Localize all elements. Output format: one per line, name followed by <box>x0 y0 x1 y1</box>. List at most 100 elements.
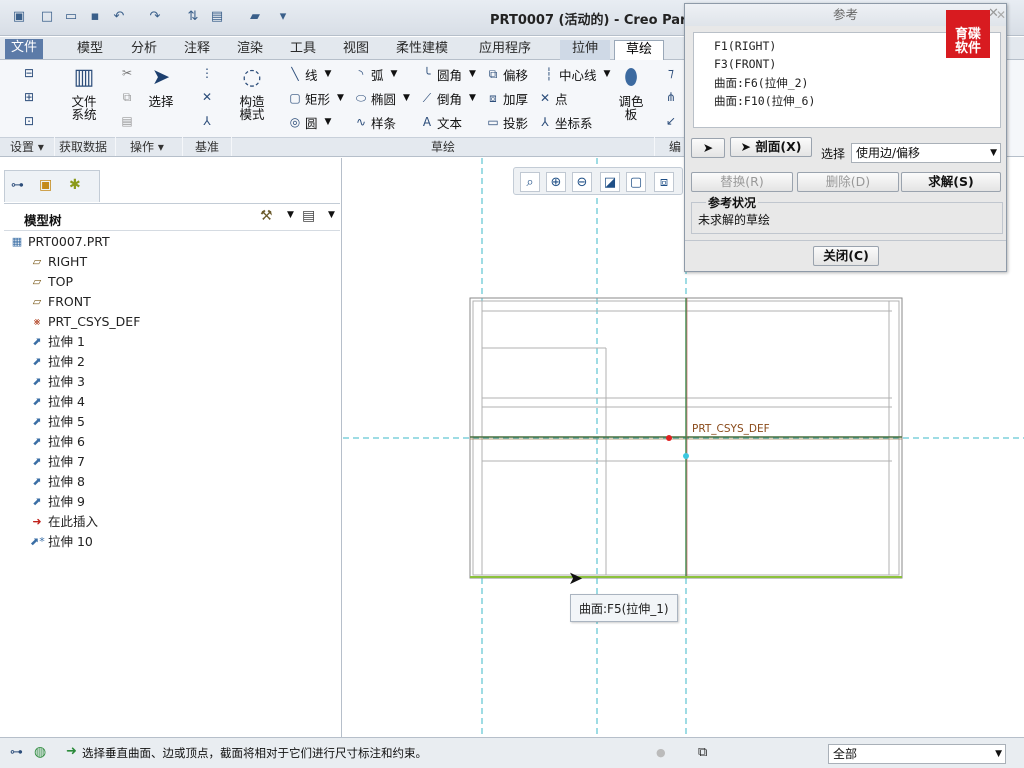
tab-sketch[interactable]: 草绘 <box>614 40 664 60</box>
select-button[interactable]: ➤ 选择 <box>144 64 178 108</box>
fillet-button[interactable]: ╰ 圆角 ▼ <box>420 64 476 84</box>
select-filter-dropdown[interactable]: 使用边/偏移 ▼ <box>851 143 1001 163</box>
redo-icon[interactable]: ↷ <box>146 8 164 26</box>
select-reference-button[interactable]: ➤ <box>691 138 725 158</box>
refit-icon[interactable]: ⌕ <box>520 172 540 192</box>
reference-item[interactable]: 曲面:F6(拉伸_2) <box>714 75 808 91</box>
reference-item[interactable]: 曲面:F10(拉伸_6) <box>714 93 815 109</box>
tree-item-extrude-3[interactable]: ⬈ 拉伸 3 <box>30 372 85 392</box>
close-button[interactable]: 关闭(C) <box>813 246 879 266</box>
regenerate-icon[interactable]: ⇅ <box>184 8 202 26</box>
tab-extrude[interactable]: 拉伸 <box>560 40 610 60</box>
sketch-setup-icon[interactable]: ⊟ <box>22 66 36 80</box>
model-tree-toggle-icon[interactable]: ⊶ <box>10 745 23 760</box>
tab-flexible-modeling[interactable]: 柔性建模 <box>392 40 452 60</box>
browser-toggle-icon[interactable]: ◍ <box>34 744 46 760</box>
display-style-icon[interactable]: ▢ <box>626 172 646 192</box>
sketch-display-icon[interactable]: ⧈ <box>654 172 674 192</box>
tree-item-extrude-1[interactable]: ⬈ 拉伸 1 <box>30 332 85 352</box>
delete-button[interactable]: 删除(D) <box>797 172 899 192</box>
line-button[interactable]: ╲ 线 ▼ <box>288 64 331 84</box>
chamfer-button[interactable]: ⟋ 倒角 ▼ <box>420 88 476 108</box>
open-file-icon[interactable]: ▭ <box>62 8 80 26</box>
modify-icon[interactable]: ⁊ <box>664 66 678 80</box>
datum-point-icon[interactable]: ✕ <box>200 90 214 104</box>
offset-button[interactable]: ⧉ 偏移 <box>486 64 528 84</box>
spline-button[interactable]: ∿ 样条 <box>354 112 396 132</box>
tab-applications[interactable]: 应用程序 <box>475 40 535 60</box>
coordsys-button[interactable]: ⅄ 坐标系 <box>538 112 592 132</box>
tree-item-top[interactable]: ▱ TOP <box>30 272 73 292</box>
folder-icon[interactable]: ▰ <box>246 8 264 26</box>
group-operations[interactable]: 操作 ▾ <box>116 137 182 156</box>
palette-button[interactable]: ⬮ 调色 板 <box>612 64 650 121</box>
model-tree-tab-icon[interactable]: ⊶ <box>11 178 24 193</box>
tab-file[interactable]: 文件 <box>5 39 44 59</box>
tree-item-csys[interactable]: ⨳ PRT_CSYS_DEF <box>30 312 141 332</box>
tab-model[interactable]: 模型 <box>73 40 107 60</box>
grid-icon[interactable]: ⊞ <box>22 90 36 104</box>
rectangle-button[interactable]: ▢ 矩形 ▼ <box>288 88 344 108</box>
replace-button[interactable]: 替换(R) <box>691 172 793 192</box>
folder-browser-tab-icon[interactable]: ▣ <box>39 177 52 193</box>
tree-item-insert-here[interactable]: ➜ 在此插入 <box>30 512 98 532</box>
tree-item-extrude-2[interactable]: ⬈ 拉伸 2 <box>30 352 85 372</box>
thicken-button[interactable]: ⧈ 加厚 <box>486 88 528 108</box>
divide-icon[interactable]: ↙ <box>664 114 678 128</box>
solve-button[interactable]: 求解(S) <box>901 172 1001 192</box>
find-icon[interactable]: ⧉ <box>698 745 707 760</box>
centerline-button[interactable]: ┆ 中心线 ▼ <box>542 64 610 84</box>
paste-icon[interactable]: ▤ <box>120 114 134 128</box>
tab-analysis[interactable]: 分析 <box>127 40 161 60</box>
tab-tools[interactable]: 工具 <box>286 40 320 60</box>
point-button[interactable]: ✕ 点 <box>538 88 568 108</box>
tree-settings-icon[interactable]: ⚒ <box>260 208 273 224</box>
group-settings[interactable]: 设置 ▾ <box>0 137 54 156</box>
zoom-in-icon[interactable]: ⊕ <box>546 172 566 192</box>
tree-item-extrude-7[interactable]: ⬈ 拉伸 7 <box>30 452 85 472</box>
tree-item-extrude-6[interactable]: ⬈ 拉伸 6 <box>30 432 85 452</box>
project-button[interactable]: ▭ 投影 <box>486 112 528 132</box>
reference-item[interactable]: F3(FRONT) <box>714 57 776 71</box>
windows-icon[interactable]: ▤ <box>208 8 226 26</box>
reference-icon[interactable]: ⊡ <box>22 114 36 128</box>
ellipse-button[interactable]: ⬭ 椭圆 ▼ <box>354 88 410 108</box>
new-file-icon[interactable]: □ <box>38 8 56 26</box>
tree-item-extrude-5[interactable]: ⬈ 拉伸 5 <box>30 412 85 432</box>
section-button[interactable]: ➤ 剖面(X) <box>730 137 812 157</box>
undo-icon[interactable]: ↶ <box>110 8 128 26</box>
text-button[interactable]: A 文本 <box>420 112 462 132</box>
tab-render[interactable]: 渲染 <box>233 40 267 60</box>
window-close-icon[interactable]: ✕ <box>996 8 1006 22</box>
tab-annotate[interactable]: 注释 <box>180 40 214 60</box>
tree-item-extrude-10[interactable]: ⬈* 拉伸 10 <box>30 532 93 552</box>
tree-settings-dropdown-icon[interactable]: ▼ <box>287 210 294 220</box>
favorites-tab-icon[interactable]: ✱ <box>69 177 81 193</box>
mirror-icon[interactable]: ⋔ <box>664 90 678 104</box>
tree-item-extrude-9[interactable]: ⬈ 拉伸 9 <box>30 492 85 512</box>
centerline-datum-icon[interactable]: ⋮ <box>200 66 214 80</box>
tree-item-front[interactable]: ▱ FRONT <box>30 292 91 312</box>
copy-icon[interactable]: ⧉ <box>120 90 134 104</box>
reference-item[interactable]: F1(RIGHT) <box>714 39 776 53</box>
circle-button[interactable]: ◎ 圆 ▼ <box>288 112 332 132</box>
repaint-icon[interactable]: ◪ <box>600 172 620 192</box>
save-icon[interactable]: ▪ <box>86 8 104 26</box>
selection-filter-dropdown[interactable]: 全部 ▼ <box>828 744 1006 764</box>
tree-item-right[interactable]: ▱ RIGHT <box>30 252 87 272</box>
tree-filter-dropdown-icon[interactable]: ▼ <box>328 210 335 220</box>
project-icon: ▭ <box>487 115 499 129</box>
tree-filter-icon[interactable]: ▤ <box>302 208 315 224</box>
tree-item-extrude-8[interactable]: ⬈ 拉伸 8 <box>30 472 85 492</box>
file-system-button[interactable]: ▥ 文件 系统 <box>62 64 106 121</box>
customize-qa-icon[interactable]: ▾ <box>274 8 292 26</box>
tree-item-extrude-4[interactable]: ⬈ 拉伸 4 <box>30 392 85 412</box>
tab-view[interactable]: 视图 <box>339 40 373 60</box>
app-icon: ▣ <box>12 9 26 24</box>
construction-mode-button[interactable]: ◌ 构造 模式 <box>232 64 272 121</box>
zoom-out-icon[interactable]: ⊖ <box>572 172 592 192</box>
cut-icon[interactable]: ✂ <box>120 66 134 80</box>
arc-button[interactable]: ◝ 弧 ▼ <box>354 64 398 84</box>
datum-csys-icon[interactable]: ⅄ <box>200 114 214 128</box>
tree-item-part[interactable]: ▦ PRT0007.PRT <box>10 232 110 252</box>
